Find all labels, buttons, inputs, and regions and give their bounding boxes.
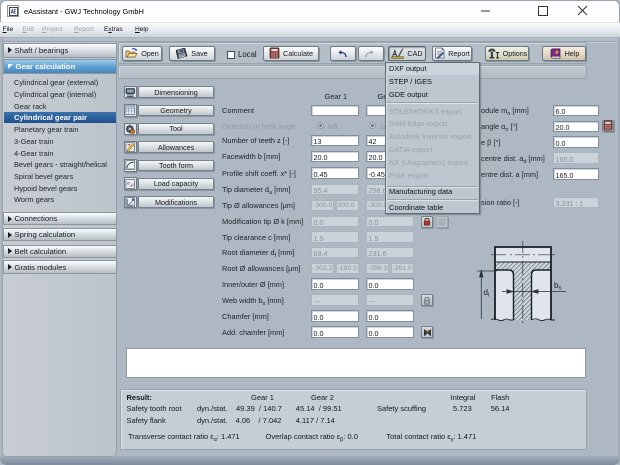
svg-text:di: di xyxy=(484,288,490,299)
svg-text:σ: σ xyxy=(127,181,130,186)
svg-text:bs: bs xyxy=(554,281,561,292)
svg-text:x²: x² xyxy=(130,183,134,188)
